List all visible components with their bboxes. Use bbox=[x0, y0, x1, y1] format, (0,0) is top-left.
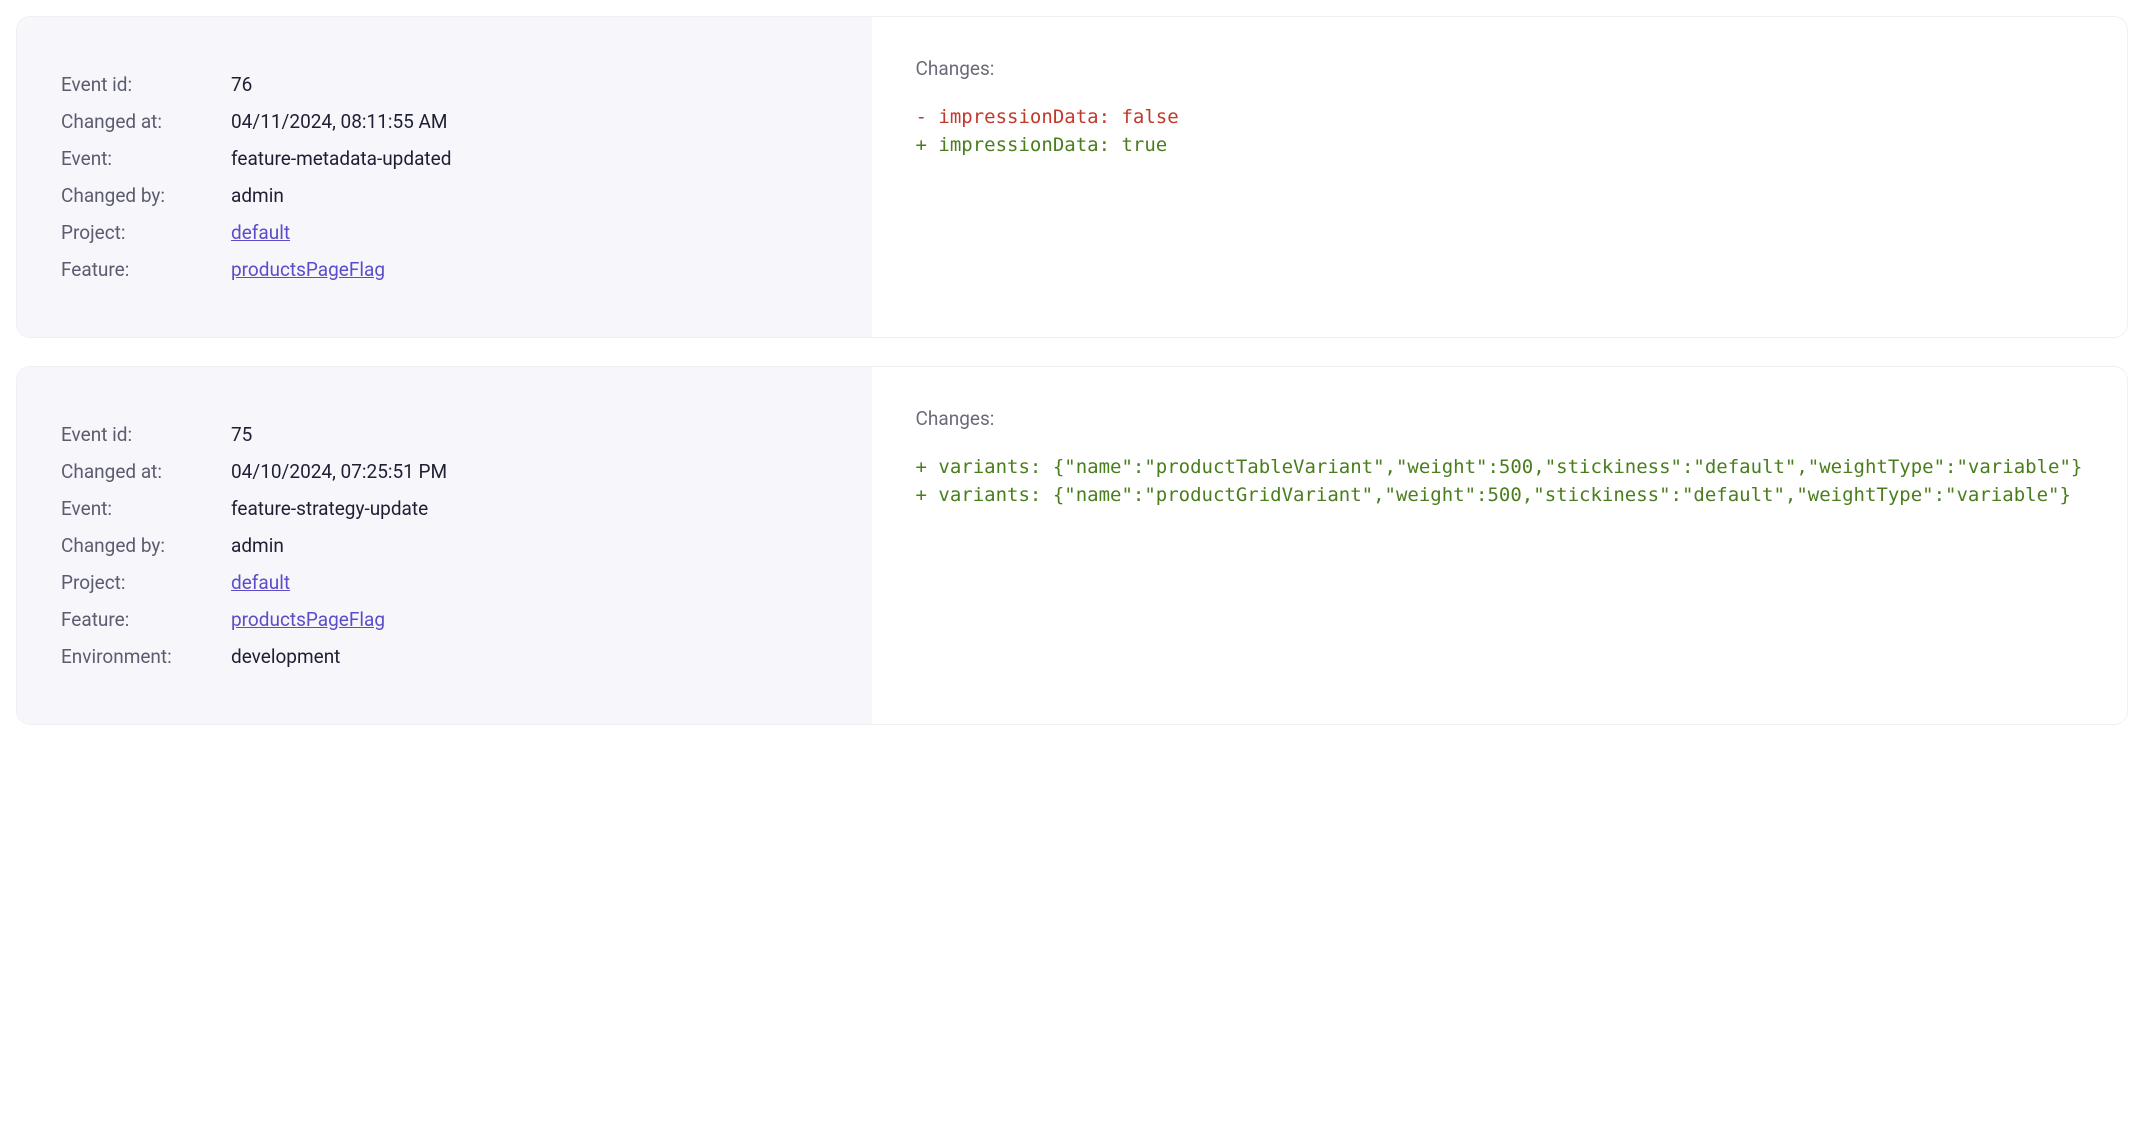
meta-row-event: Event: feature-strategy-update bbox=[61, 497, 832, 520]
changes-label: Changes: bbox=[916, 407, 2087, 430]
meta-value-changed-by: admin bbox=[231, 534, 284, 557]
meta-label: Event id: bbox=[61, 73, 231, 96]
meta-row-changed-by: Changed by: admin bbox=[61, 184, 832, 207]
meta-value-event: feature-metadata-updated bbox=[231, 147, 451, 170]
changes-label: Changes: bbox=[916, 57, 2087, 80]
diff-block: - impressionData: false + impressionData… bbox=[916, 104, 2087, 159]
meta-label: Environment: bbox=[61, 645, 231, 668]
meta-label: Changed by: bbox=[61, 534, 231, 557]
meta-label: Changed by: bbox=[61, 184, 231, 207]
event-changes-panel: Changes: + variants: {"name":"productTab… bbox=[872, 367, 2127, 724]
meta-row-project: Project: default bbox=[61, 571, 832, 594]
event-changes-panel: Changes: - impressionData: false + impre… bbox=[872, 17, 2127, 337]
meta-value-event-id: 76 bbox=[231, 73, 252, 96]
meta-row-event: Event: feature-metadata-updated bbox=[61, 147, 832, 170]
meta-row-event-id: Event id: 75 bbox=[61, 423, 832, 446]
meta-row-changed-at: Changed at: 04/11/2024, 08:11:55 AM bbox=[61, 110, 832, 133]
diff-line-added: + variants: {"name":"productGridVariant"… bbox=[916, 482, 2087, 510]
event-meta-panel: Event id: 76 Changed at: 04/11/2024, 08:… bbox=[17, 17, 872, 337]
meta-value-event-id: 75 bbox=[231, 423, 252, 446]
meta-label: Changed at: bbox=[61, 110, 231, 133]
project-link[interactable]: default bbox=[231, 221, 290, 244]
diff-block: + variants: {"name":"productTableVariant… bbox=[916, 454, 2087, 509]
feature-link[interactable]: productsPageFlag bbox=[231, 258, 385, 281]
project-link[interactable]: default bbox=[231, 571, 290, 594]
meta-value-event: feature-strategy-update bbox=[231, 497, 428, 520]
diff-line-added: + impressionData: true bbox=[916, 132, 2087, 160]
diff-line-removed: - impressionData: false bbox=[916, 104, 2087, 132]
feature-link[interactable]: productsPageFlag bbox=[231, 608, 385, 631]
meta-row-event-id: Event id: 76 bbox=[61, 73, 832, 96]
event-meta-panel: Event id: 75 Changed at: 04/10/2024, 07:… bbox=[17, 367, 872, 724]
meta-row-environment: Environment: development bbox=[61, 645, 832, 668]
meta-value-changed-at: 04/11/2024, 08:11:55 AM bbox=[231, 110, 448, 133]
meta-row-feature: Feature: productsPageFlag bbox=[61, 608, 832, 631]
meta-row-changed-at: Changed at: 04/10/2024, 07:25:51 PM bbox=[61, 460, 832, 483]
meta-value-environment: development bbox=[231, 645, 340, 668]
meta-label: Feature: bbox=[61, 608, 231, 631]
meta-label: Project: bbox=[61, 571, 231, 594]
meta-label: Event id: bbox=[61, 423, 231, 446]
meta-value-changed-by: admin bbox=[231, 184, 284, 207]
event-card: Event id: 76 Changed at: 04/11/2024, 08:… bbox=[16, 16, 2128, 338]
meta-row-feature: Feature: productsPageFlag bbox=[61, 258, 832, 281]
meta-label: Event: bbox=[61, 147, 231, 170]
meta-label: Project: bbox=[61, 221, 231, 244]
meta-label: Feature: bbox=[61, 258, 231, 281]
meta-value-changed-at: 04/10/2024, 07:25:51 PM bbox=[231, 460, 447, 483]
event-card: Event id: 75 Changed at: 04/10/2024, 07:… bbox=[16, 366, 2128, 725]
meta-row-project: Project: default bbox=[61, 221, 832, 244]
meta-label: Event: bbox=[61, 497, 231, 520]
meta-row-changed-by: Changed by: admin bbox=[61, 534, 832, 557]
diff-line-added: + variants: {"name":"productTableVariant… bbox=[916, 454, 2087, 482]
meta-label: Changed at: bbox=[61, 460, 231, 483]
